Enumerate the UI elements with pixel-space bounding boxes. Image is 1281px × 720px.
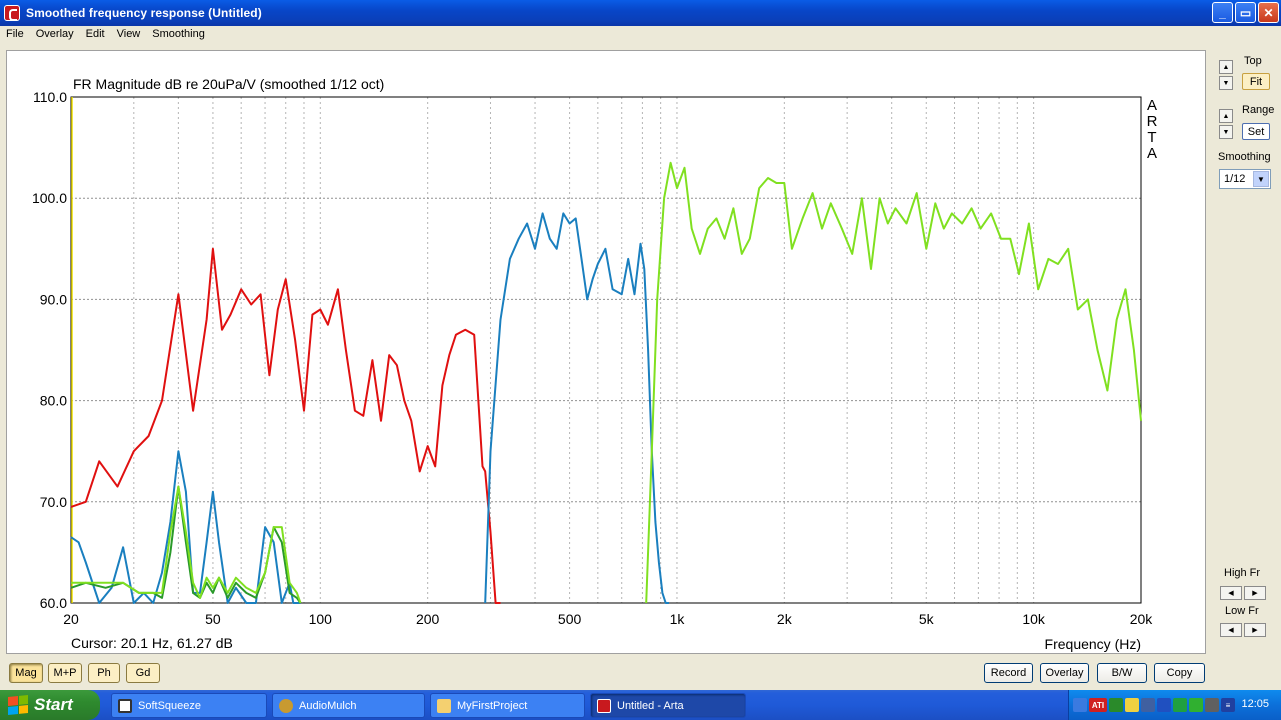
x-tick-label: 100 [309, 611, 333, 627]
record-button[interactable]: Record [984, 663, 1033, 683]
phase-button[interactable]: Ph [88, 663, 120, 683]
series-line [645, 161, 1142, 604]
task-label: SoftSqueeze [138, 699, 201, 712]
menu-smoothing[interactable]: Smoothing [146, 26, 211, 44]
x-tick-label: 500 [558, 611, 582, 627]
task-label: Untitled - Arta [617, 699, 684, 712]
window-controls: _ ▭ ✕ [1212, 2, 1279, 23]
frequency-response-chart[interactable]: 60.0 70.0 80.0 90.0 100.0 110.0 20 50 100 200 500 1… [7, 51, 1207, 655]
arta-app-icon[interactable] [4, 5, 20, 21]
x-axis-label: Frequency (Hz) [1045, 636, 1141, 652]
right-control-panel: ▲ ▼ Top Fit ▲ ▼ Range Set Smoothing 1/12… [1210, 50, 1281, 654]
tray-app-icon[interactable] [1109, 698, 1123, 712]
plot-frame [70, 96, 1142, 604]
arta-icon [597, 698, 611, 713]
start-label: Start [34, 695, 73, 714]
task-untitled-arta[interactable]: Untitled - Arta [590, 693, 746, 718]
menu-edit[interactable]: Edit [80, 26, 111, 44]
top-label: Top [1244, 55, 1262, 67]
minimize-button[interactable]: _ [1212, 2, 1233, 23]
low-fr-right-button[interactable]: ▶ [1244, 623, 1266, 637]
high-fr-label: High Fr [1224, 567, 1261, 579]
menu-overlay[interactable]: Overlay [30, 26, 80, 44]
y-tick-label: 90.0 [40, 291, 67, 307]
softsqueeze-icon [118, 698, 132, 713]
bw-button[interactable]: B/W [1097, 663, 1147, 683]
y-tick-label: 100.0 [32, 190, 67, 206]
window-title: Smoothed frequency response (Untitled) [26, 6, 262, 20]
task-myfirstproject[interactable]: MyFirstProject [430, 693, 585, 718]
windows-logo-icon [8, 694, 28, 716]
x-tick-label: 10k [1022, 611, 1046, 627]
range-label: Range [1242, 104, 1275, 116]
arta-watermark-letter: T [1147, 129, 1156, 146]
x-tick-label: 2k [777, 611, 793, 627]
chevron-down-icon[interactable]: ▼ [1253, 171, 1269, 187]
low-fr-label: Low Fr [1225, 605, 1259, 617]
low-fr-left-button[interactable]: ◀ [1220, 623, 1242, 637]
overlay-button[interactable]: Overlay [1040, 663, 1089, 683]
cursor-readout: Cursor: 20.1 Hz, 61.27 dB [71, 635, 233, 651]
y-tick-label: 80.0 [40, 393, 67, 409]
arta-watermark-letter: R [1147, 113, 1158, 130]
x-tick-label: 200 [416, 611, 440, 627]
smoothing-select[interactable]: 1/12 ▼ [1219, 169, 1271, 189]
x-tick-label: 50 [205, 611, 221, 627]
mag-phase-button[interactable]: M+P [48, 663, 82, 683]
ati-icon[interactable]: ATI [1089, 698, 1107, 712]
bluetooth-icon[interactable] [1157, 698, 1171, 712]
x-tick-label: 20k [1130, 611, 1154, 627]
series-line [70, 485, 302, 604]
y-tick-label: 60.0 [40, 595, 67, 611]
task-label: MyFirstProject [457, 699, 528, 712]
system-tray: ATI ≡ 12:05 [1068, 690, 1281, 720]
x-tick-label: 1k [670, 611, 686, 627]
copy-button[interactable]: Copy [1154, 663, 1205, 683]
group-delay-button[interactable]: Gd [126, 663, 160, 683]
task-softsqueeze[interactable]: SoftSqueeze [111, 693, 267, 718]
x-tick-label: 20 [63, 611, 79, 627]
tray-extra-icon[interactable]: ≡ [1221, 698, 1235, 712]
lightbulb-icon[interactable] [1125, 698, 1139, 712]
top-down-button[interactable]: ▼ [1219, 76, 1233, 90]
network-icon[interactable] [1073, 698, 1087, 712]
fit-button[interactable]: Fit [1242, 73, 1270, 90]
high-fr-left-button[interactable]: ◀ [1220, 586, 1242, 600]
chart-title: FR Magnitude dB re 20uPa/V (smoothed 1/1… [73, 76, 384, 92]
task-audiomulch[interactable]: AudioMulch [272, 693, 425, 718]
arta-window: Smoothed frequency response (Untitled) _… [0, 0, 1281, 720]
y-tick-label: 70.0 [40, 494, 67, 510]
vc-icon[interactable] [1141, 698, 1155, 712]
x-tick-label: 5k [919, 611, 935, 627]
range-down-button[interactable]: ▼ [1219, 125, 1233, 139]
arta-watermark-letter: A [1147, 145, 1157, 162]
title-bar[interactable]: Smoothed frequency response (Untitled) _… [0, 0, 1281, 26]
arta-watermark-letter: A [1147, 97, 1157, 114]
smoothing-label: Smoothing [1218, 151, 1271, 163]
safely-remove-icon[interactable] [1173, 698, 1187, 712]
menu-file[interactable]: File [0, 26, 30, 44]
smoothing-value: 1/12 [1224, 173, 1246, 185]
plot-panel[interactable]: 60.0 70.0 80.0 90.0 100.0 110.0 20 50 100 200 500 1… [6, 50, 1206, 654]
taskbar: Start SoftSqueeze AudioMulch MyFirstProj… [0, 690, 1281, 720]
audiomulch-icon [279, 698, 293, 713]
set-button[interactable]: Set [1242, 123, 1270, 140]
menu-bar: File Overlay Edit View Smoothing [0, 26, 1281, 44]
menu-view[interactable]: View [111, 26, 147, 44]
close-button[interactable]: ✕ [1258, 2, 1279, 23]
speaker-icon[interactable] [1205, 698, 1219, 712]
folder-icon [437, 698, 451, 713]
start-button[interactable]: Start [0, 690, 100, 720]
clock[interactable]: 12:05 [1241, 698, 1269, 710]
series-line [484, 212, 669, 604]
range-up-button[interactable]: ▲ [1219, 109, 1233, 123]
top-up-button[interactable]: ▲ [1219, 60, 1233, 74]
mag-button[interactable]: Mag [9, 663, 43, 683]
maximize-button[interactable]: ▭ [1235, 2, 1256, 23]
high-fr-right-button[interactable]: ▶ [1244, 586, 1266, 600]
y-tick-label: 110.0 [33, 89, 67, 105]
task-label: AudioMulch [299, 699, 357, 712]
security-icon[interactable] [1189, 698, 1203, 712]
